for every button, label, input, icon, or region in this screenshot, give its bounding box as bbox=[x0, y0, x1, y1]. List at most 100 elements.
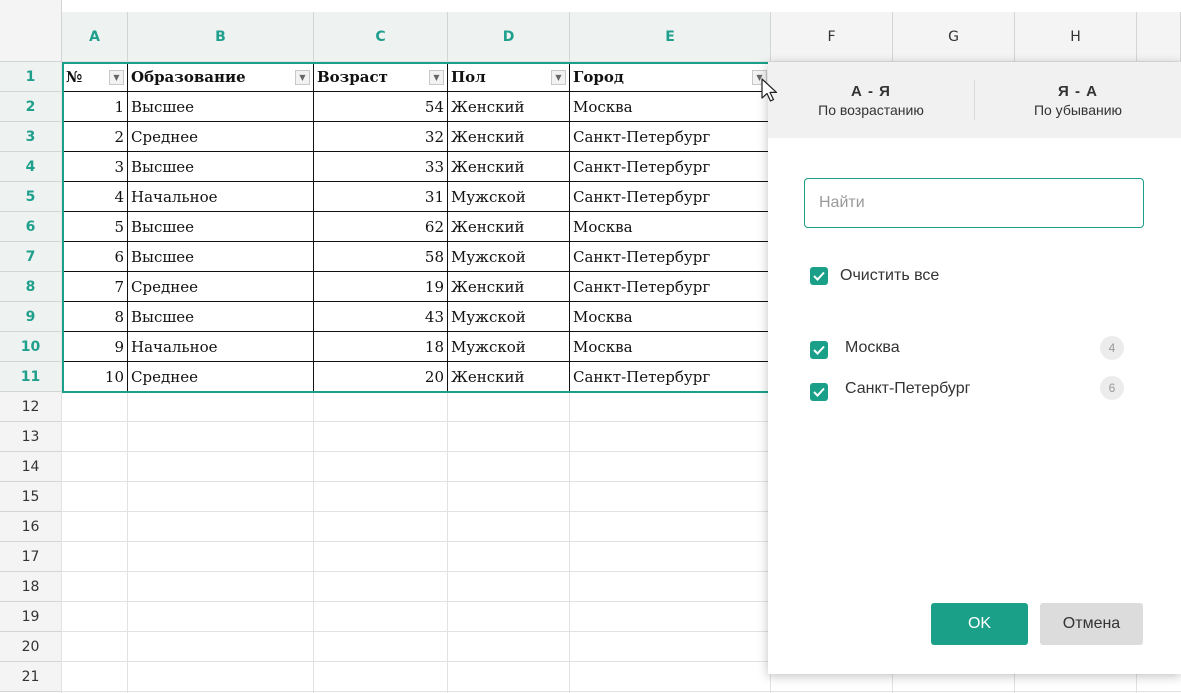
table-cell[interactable]: Мужской bbox=[448, 242, 570, 272]
table-cell[interactable]: Санкт-Петербург bbox=[570, 362, 771, 392]
table-cell[interactable]: 10 bbox=[62, 362, 128, 392]
table-cell[interactable]: Высшее bbox=[128, 212, 314, 242]
table-cell[interactable]: Мужской bbox=[448, 332, 570, 362]
table-cell[interactable]: Высшее bbox=[128, 152, 314, 182]
row-header-16[interactable]: 16 bbox=[0, 512, 62, 542]
table-cell[interactable]: 5 bbox=[62, 212, 128, 242]
table-cell[interactable]: 19 bbox=[314, 272, 448, 302]
filter-item-label-spb[interactable]: Санкт-Петербург bbox=[845, 380, 970, 398]
table-cell[interactable]: Начальное bbox=[128, 182, 314, 212]
filter-dropdown-icon[interactable]: ▼ bbox=[109, 70, 124, 85]
column-header-h[interactable]: H bbox=[1015, 12, 1137, 62]
column-header-b[interactable]: B bbox=[128, 12, 314, 62]
table-cell[interactable]: 43 bbox=[314, 302, 448, 332]
filter-dropdown-icon[interactable]: ▼ bbox=[429, 70, 444, 85]
table-cell[interactable]: Москва bbox=[570, 92, 771, 122]
table-cell[interactable]: Женский bbox=[448, 92, 570, 122]
table-cell[interactable]: 33 bbox=[314, 152, 448, 182]
row-header-13[interactable]: 13 bbox=[0, 422, 62, 452]
table-header-cell[interactable]: Пол ▼ bbox=[448, 62, 570, 92]
column-header-a[interactable]: A bbox=[62, 12, 128, 62]
table-cell[interactable]: Москва bbox=[570, 212, 771, 242]
table-cell[interactable]: Высшее bbox=[128, 242, 314, 272]
table-cell[interactable]: Мужской bbox=[448, 182, 570, 212]
row-header-2[interactable]: 2 bbox=[0, 92, 62, 122]
row-header-18[interactable]: 18 bbox=[0, 572, 62, 602]
table-cell[interactable]: Среднее bbox=[128, 122, 314, 152]
row-header-11[interactable]: 11 bbox=[0, 362, 62, 392]
table-cell[interactable]: Москва bbox=[570, 302, 771, 332]
row-header-1[interactable]: 1 bbox=[0, 62, 62, 92]
table-cell[interactable]: Санкт-Петербург bbox=[570, 272, 771, 302]
row-header-6[interactable]: 6 bbox=[0, 212, 62, 242]
table-cell[interactable]: 8 bbox=[62, 302, 128, 332]
table-cell[interactable]: 31 bbox=[314, 182, 448, 212]
table-header-cell[interactable]: Образование ▼ bbox=[128, 62, 314, 92]
table-header-cell[interactable]: Город ▼ bbox=[570, 62, 771, 92]
table-cell[interactable]: Мужской bbox=[448, 302, 570, 332]
table-cell[interactable]: Среднее bbox=[128, 272, 314, 302]
table-cell[interactable]: Санкт-Петербург bbox=[570, 242, 771, 272]
table-cell[interactable]: 4 bbox=[62, 182, 128, 212]
row-header-14[interactable]: 14 bbox=[0, 452, 62, 482]
filter-dropdown-icon[interactable]: ▼ bbox=[295, 70, 310, 85]
row-header-8[interactable]: 8 bbox=[0, 272, 62, 302]
filter-search-input[interactable] bbox=[804, 178, 1144, 228]
table-cell[interactable]: Женский bbox=[448, 272, 570, 302]
row-header-4[interactable]: 4 bbox=[0, 152, 62, 182]
table-cell[interactable]: 2 bbox=[62, 122, 128, 152]
table-cell[interactable]: 32 bbox=[314, 122, 448, 152]
filter-item-checkbox-spb[interactable] bbox=[810, 383, 828, 401]
row-header-3[interactable]: 3 bbox=[0, 122, 62, 152]
row-header-20[interactable]: 20 bbox=[0, 632, 62, 662]
column-header-g[interactable]: G bbox=[893, 12, 1015, 62]
table-cell[interactable]: 7 bbox=[62, 272, 128, 302]
row-header-5[interactable]: 5 bbox=[0, 182, 62, 212]
filter-item-checkbox-moscow[interactable] bbox=[810, 341, 828, 359]
table-cell[interactable]: Санкт-Петербург bbox=[570, 152, 771, 182]
table-cell[interactable]: 62 bbox=[314, 212, 448, 242]
table-header-cell[interactable]: № ▼ bbox=[62, 62, 128, 92]
table-cell[interactable]: Женский bbox=[448, 122, 570, 152]
table-cell[interactable]: Женский bbox=[448, 152, 570, 182]
row-header-19[interactable]: 19 bbox=[0, 602, 62, 632]
filter-dropdown-icon[interactable]: ▼ bbox=[551, 70, 566, 85]
row-header-9[interactable]: 9 bbox=[0, 302, 62, 332]
ok-button[interactable]: OK bbox=[931, 603, 1028, 645]
clear-all-label[interactable]: Очистить все bbox=[840, 267, 939, 285]
table-cell[interactable]: 3 bbox=[62, 152, 128, 182]
table-cell[interactable]: 9 bbox=[62, 332, 128, 362]
column-header-e[interactable]: E bbox=[570, 12, 771, 62]
table-header-cell[interactable]: Возраст ▼ bbox=[314, 62, 448, 92]
table-cell[interactable]: Москва bbox=[570, 332, 771, 362]
row-header-7[interactable]: 7 bbox=[0, 242, 62, 272]
table-cell[interactable]: 20 bbox=[314, 362, 448, 392]
row-header-17[interactable]: 17 bbox=[0, 542, 62, 572]
table-cell[interactable]: Женский bbox=[448, 212, 570, 242]
table-cell[interactable]: 1 bbox=[62, 92, 128, 122]
row-header-12[interactable]: 12 bbox=[0, 392, 62, 422]
table-cell[interactable]: 54 bbox=[314, 92, 448, 122]
sort-ascending-button[interactable]: А - Я По возрастанию bbox=[768, 62, 974, 138]
clear-all-checkbox[interactable] bbox=[810, 267, 828, 285]
cancel-button[interactable]: Отмена bbox=[1040, 603, 1143, 645]
row-header-15[interactable]: 15 bbox=[0, 482, 62, 512]
row-header-10[interactable]: 10 bbox=[0, 332, 62, 362]
table-cell[interactable]: 18 bbox=[314, 332, 448, 362]
table-cell[interactable]: Среднее bbox=[128, 362, 314, 392]
select-all-corner[interactable] bbox=[0, 0, 62, 62]
sort-descending-button[interactable]: Я - А По убыванию bbox=[975, 62, 1181, 138]
column-header-d[interactable]: D bbox=[448, 12, 570, 62]
table-cell[interactable]: Санкт-Петербург bbox=[570, 122, 771, 152]
table-cell[interactable]: 58 bbox=[314, 242, 448, 272]
filter-item-label-moscow[interactable]: Москва bbox=[845, 339, 900, 357]
row-header-21[interactable]: 21 bbox=[0, 662, 62, 692]
column-header-overflow[interactable] bbox=[1137, 12, 1181, 62]
table-cell[interactable]: Начальное bbox=[128, 332, 314, 362]
table-cell[interactable]: 6 bbox=[62, 242, 128, 272]
column-header-c[interactable]: C bbox=[314, 12, 448, 62]
table-cell[interactable]: Высшее bbox=[128, 302, 314, 332]
table-cell[interactable]: Женский bbox=[448, 362, 570, 392]
table-cell[interactable]: Высшее bbox=[128, 92, 314, 122]
table-cell[interactable]: Санкт-Петербург bbox=[570, 182, 771, 212]
